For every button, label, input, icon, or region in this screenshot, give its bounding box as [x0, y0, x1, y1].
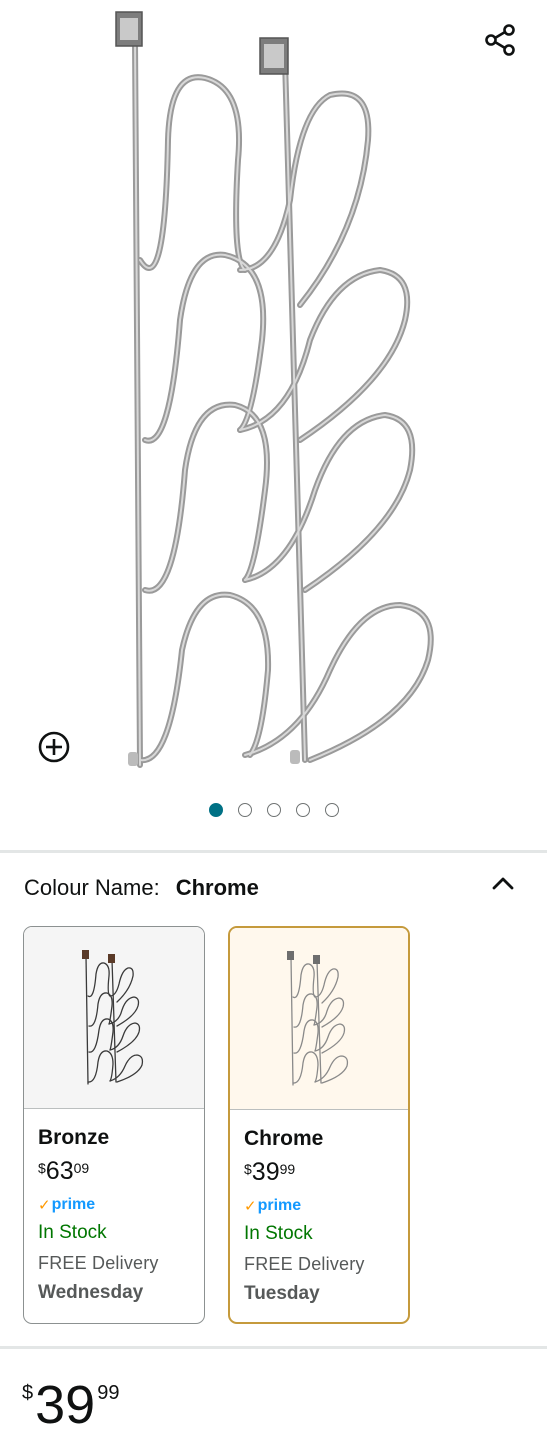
- prime-badge: ✓ prime: [244, 1196, 408, 1216]
- zoom-button[interactable]: [34, 727, 74, 767]
- variation-price: $ 39 99: [244, 1158, 408, 1186]
- pagination-dot[interactable]: [324, 803, 339, 817]
- collapse-variations-button[interactable]: [485, 866, 521, 900]
- price-whole: 39: [35, 1375, 96, 1435]
- delivery-day: Tuesday: [244, 1283, 320, 1304]
- buy-box-price: $ 39 99: [22, 1374, 119, 1436]
- selected-colour: Chrome: [175, 875, 259, 900]
- variation-thumbnail: [24, 927, 204, 1109]
- variation-thumbnail: [230, 928, 408, 1110]
- prime-check-icon: ✓: [244, 1198, 257, 1215]
- price-whole: 63: [45, 1157, 74, 1185]
- pagination-dot[interactable]: [266, 803, 281, 817]
- stock-status: In Stock: [38, 1222, 107, 1243]
- pagination-dot[interactable]: [237, 803, 252, 817]
- zoom-in-icon: [38, 731, 70, 763]
- product-image-gallery[interactable]: [0, 0, 547, 850]
- share-icon: [485, 24, 515, 56]
- price-symbol: $: [22, 1382, 34, 1404]
- stock-status: In Stock: [244, 1223, 313, 1244]
- prime-label: prime: [257, 1197, 302, 1214]
- variation-price: $ 63 09: [38, 1157, 204, 1185]
- product-thumbnail: [287, 950, 349, 1086]
- variation-card-chrome[interactable]: Chrome $ 39 99 ✓ prime In Stock FREE Del…: [228, 926, 410, 1324]
- variation-card-bronze[interactable]: Bronze $ 63 09 ✓ prime In Stock FREE Del…: [23, 926, 205, 1324]
- colour-selector-header: Colour Name: Chrome: [24, 873, 524, 903]
- image-pagination: [0, 803, 547, 817]
- share-button[interactable]: [481, 20, 521, 60]
- delivery-day: Wednesday: [38, 1282, 144, 1303]
- product-thumbnail: [82, 949, 144, 1085]
- price-symbol: $: [38, 1160, 46, 1176]
- delivery-label: FREE Delivery: [244, 1254, 365, 1274]
- price-fraction: 99: [97, 1382, 120, 1404]
- section-divider: [0, 850, 547, 853]
- chevron-up-icon: [492, 877, 514, 890]
- price-fraction: 99: [279, 1161, 296, 1177]
- colour-label: Colour Name:: [24, 875, 160, 900]
- section-divider: [0, 1346, 547, 1349]
- pagination-dot[interactable]: [208, 803, 223, 817]
- prime-badge: ✓ prime: [38, 1195, 204, 1215]
- price-fraction: 09: [73, 1160, 90, 1176]
- variation-name: Chrome: [244, 1127, 324, 1150]
- prime-check-icon: ✓: [38, 1197, 51, 1214]
- product-image[interactable]: [0, 0, 547, 790]
- prime-label: prime: [51, 1196, 96, 1213]
- variation-name: Bronze: [38, 1126, 110, 1149]
- pagination-dot[interactable]: [295, 803, 310, 817]
- delivery-label: FREE Delivery: [38, 1253, 159, 1273]
- price-symbol: $: [244, 1161, 252, 1177]
- price-whole: 39: [251, 1158, 280, 1186]
